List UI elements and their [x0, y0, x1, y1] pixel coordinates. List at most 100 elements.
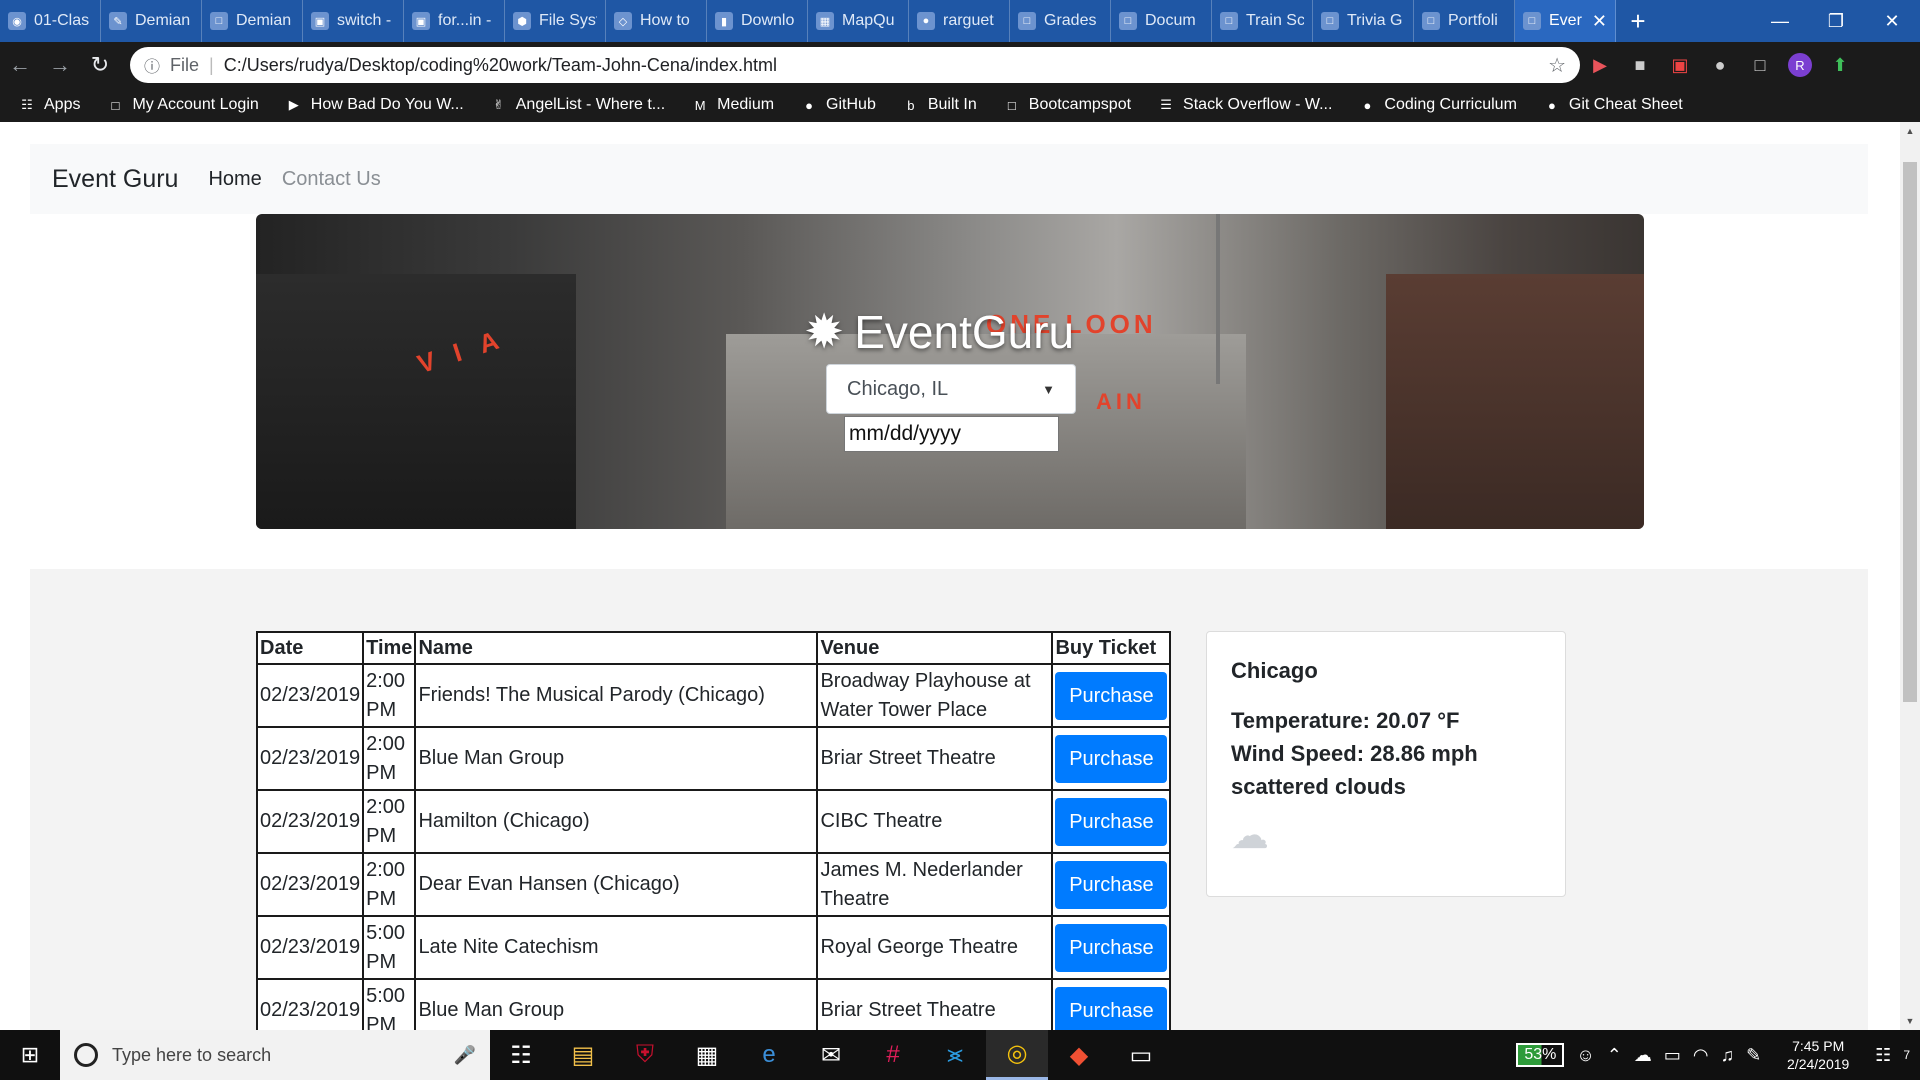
git-icon[interactable]: ◆ [1048, 1030, 1110, 1080]
bookmark-item[interactable]: □ My Account Login [106, 96, 259, 114]
code-icon: ▣ [311, 12, 329, 30]
close-tab-icon[interactable]: ✕ [1592, 11, 1607, 32]
extension-pdf-icon[interactable]: ▣ [1660, 45, 1700, 85]
browser-tab[interactable]: □ Grades [1010, 0, 1111, 42]
notifications-icon[interactable]: ☷ [1875, 1045, 1891, 1066]
bookmark-item[interactable]: ● GitHub [800, 96, 876, 114]
bookmark-item[interactable]: ✌ AngelList - Where t... [490, 96, 665, 114]
store-icon[interactable]: ▦ [676, 1030, 738, 1080]
date-input[interactable]: mm/dd/yyyy [844, 416, 1059, 452]
bookmark-item[interactable]: ▶ How Bad Do You W... [285, 96, 464, 114]
browser-tab[interactable]: ▦ MapQu [808, 0, 909, 42]
purchase-button[interactable]: Purchase [1055, 797, 1168, 846]
onedrive-icon[interactable]: ☁ [1634, 1045, 1652, 1066]
browser-tab[interactable]: ◉ 01-Clas [0, 0, 101, 42]
browser-tab[interactable]: □ Portfoli [1414, 0, 1515, 42]
tab-title: Grades [1044, 12, 1097, 29]
scroll-down-arrow-icon[interactable]: ▼ [1900, 1012, 1920, 1030]
nav-contact-link[interactable]: Contact Us [282, 168, 381, 191]
bookmark-item[interactable]: □ Bootcampspot [1003, 96, 1131, 114]
battery-icon[interactable]: ▭ [1664, 1045, 1681, 1066]
bookmark-label: How Bad Do You W... [310, 96, 464, 113]
update-icon[interactable]: ⬆ [1820, 45, 1860, 85]
terminal-icon[interactable]: ▭ [1110, 1030, 1172, 1080]
cell-buy: Purchase [1051, 978, 1172, 1030]
extension-circle-icon[interactable]: ● [1700, 45, 1740, 85]
bookmark-item[interactable]: ☷ Apps [18, 96, 80, 114]
chevron-up-icon[interactable]: ⌃ [1607, 1045, 1622, 1066]
hero-logo-text: EventGuru [854, 306, 1075, 358]
browser-tab[interactable]: □ Train Sc [1212, 0, 1313, 42]
taskbar-clock[interactable]: 7:45 PM 2/24/2019 [1773, 1037, 1863, 1073]
purchase-button[interactable]: Purchase [1055, 860, 1168, 909]
download-icon: ▮ [715, 12, 733, 30]
browser-tab[interactable]: ▣ for...in - [404, 0, 505, 42]
mcafee-icon[interactable]: ⛨ [614, 1030, 676, 1080]
address-bar[interactable]: ⓘ File | C:/Users/rudya/Desktop/coding%2… [130, 47, 1580, 83]
new-tab-button[interactable]: + [1616, 0, 1660, 42]
cell-venue: Broadway Playhouse at Water Tower Place [816, 663, 1054, 728]
nav-home-link[interactable]: Home [208, 168, 261, 191]
mail-icon[interactable]: ✉ [800, 1030, 862, 1080]
bookmark-item[interactable]: ● Coding Curriculum [1358, 96, 1516, 114]
forward-arrow-icon[interactable]: → [40, 45, 80, 85]
bookmark-item[interactable]: b Built In [902, 96, 977, 114]
slack-icon[interactable]: # [862, 1030, 924, 1080]
site-brand[interactable]: Event Guru [52, 165, 178, 194]
minimize-button[interactable]: — [1752, 0, 1808, 42]
tab-title: Docum [1145, 12, 1196, 29]
browser-tab[interactable]: ● rarguet [909, 0, 1010, 42]
microphone-icon[interactable]: 🎤 [454, 1045, 476, 1066]
page-viewport: Event Guru Home Contact Us VIA ONE LOON … [0, 122, 1900, 1030]
city-select[interactable]: Chicago, IL ▼ [826, 364, 1076, 414]
task-view-icon[interactable]: ☷ [490, 1030, 552, 1080]
close-window-button[interactable]: ✕ [1864, 0, 1920, 42]
bookmark-item[interactable]: M Medium [691, 96, 774, 114]
back-arrow-icon[interactable]: ← [0, 45, 40, 85]
browser-tab[interactable]: ⬢ File Syst [505, 0, 606, 42]
browser-tab[interactable]: □ Docum [1111, 0, 1212, 42]
purchase-button[interactable]: Purchase [1055, 923, 1168, 972]
reload-icon[interactable]: ↻ [80, 45, 120, 85]
extension-box-icon[interactable]: □ [1740, 45, 1780, 85]
browser-tab[interactable]: □ Demian [202, 0, 303, 42]
notification-count: 7 [1903, 1048, 1910, 1062]
browser-tab[interactable]: □ Ever ✕ [1515, 0, 1616, 42]
restore-button[interactable]: ❐ [1808, 0, 1864, 42]
page-scrollbar[interactable]: ▲ ▼ [1900, 122, 1920, 1030]
scrollbar-thumb[interactable] [1903, 162, 1917, 702]
browser-tab[interactable]: ▮ Downlo [707, 0, 808, 42]
file-explorer-icon[interactable]: ▤ [552, 1030, 614, 1080]
browser-tab[interactable]: ▣ switch - [303, 0, 404, 42]
people-icon[interactable]: ☺ [1576, 1045, 1594, 1066]
windows-start-icon[interactable]: ⊞ [0, 1030, 60, 1080]
tab-title: rarguet [943, 12, 994, 29]
browser-tab[interactable]: ◇ How to [606, 0, 707, 42]
browser-tab[interactable]: ✎ Demian [101, 0, 202, 42]
profile-avatar[interactable]: R [1780, 45, 1820, 85]
site-navbar: Event Guru Home Contact Us [30, 144, 1868, 214]
scroll-up-arrow-icon[interactable]: ▲ [1900, 122, 1920, 140]
browser-tab[interactable]: □ Trivia G [1313, 0, 1414, 42]
edge-icon[interactable]: e [738, 1030, 800, 1080]
pen-icon[interactable]: ✎ [1746, 1045, 1761, 1066]
taskbar-search[interactable]: Type here to search 🎤 [60, 1030, 490, 1080]
extension-square-icon[interactable]: ■ [1620, 45, 1660, 85]
info-icon[interactable]: ⓘ [144, 53, 160, 77]
bookmark-label: AngelList - Where t... [515, 96, 666, 113]
purchase-button[interactable]: Purchase [1055, 671, 1168, 720]
purchase-button[interactable]: Purchase [1055, 734, 1168, 783]
vscode-icon[interactable]: ⪤ [924, 1030, 986, 1080]
bookmark-item[interactable]: ● Git Cheat Sheet [1543, 96, 1683, 114]
chrome-icon[interactable]: ◎ [986, 1030, 1048, 1080]
extension-video-icon[interactable]: ▶ [1580, 45, 1620, 85]
taskbar-search-placeholder: Type here to search [112, 1044, 272, 1065]
purchase-button[interactable]: Purchase [1055, 986, 1168, 1030]
battery-indicator[interactable]: 53% [1516, 1043, 1565, 1067]
cell-date: 02/23/2019 [255, 789, 365, 854]
bookmark-star-icon[interactable]: ☆ [1548, 53, 1566, 78]
volume-icon[interactable]: ♫ [1721, 1045, 1735, 1066]
wifi-icon[interactable]: ◠ [1693, 1045, 1709, 1066]
doc-icon: □ [1119, 12, 1137, 30]
bookmark-item[interactable]: ☰ Stack Overflow - W... [1157, 96, 1332, 114]
